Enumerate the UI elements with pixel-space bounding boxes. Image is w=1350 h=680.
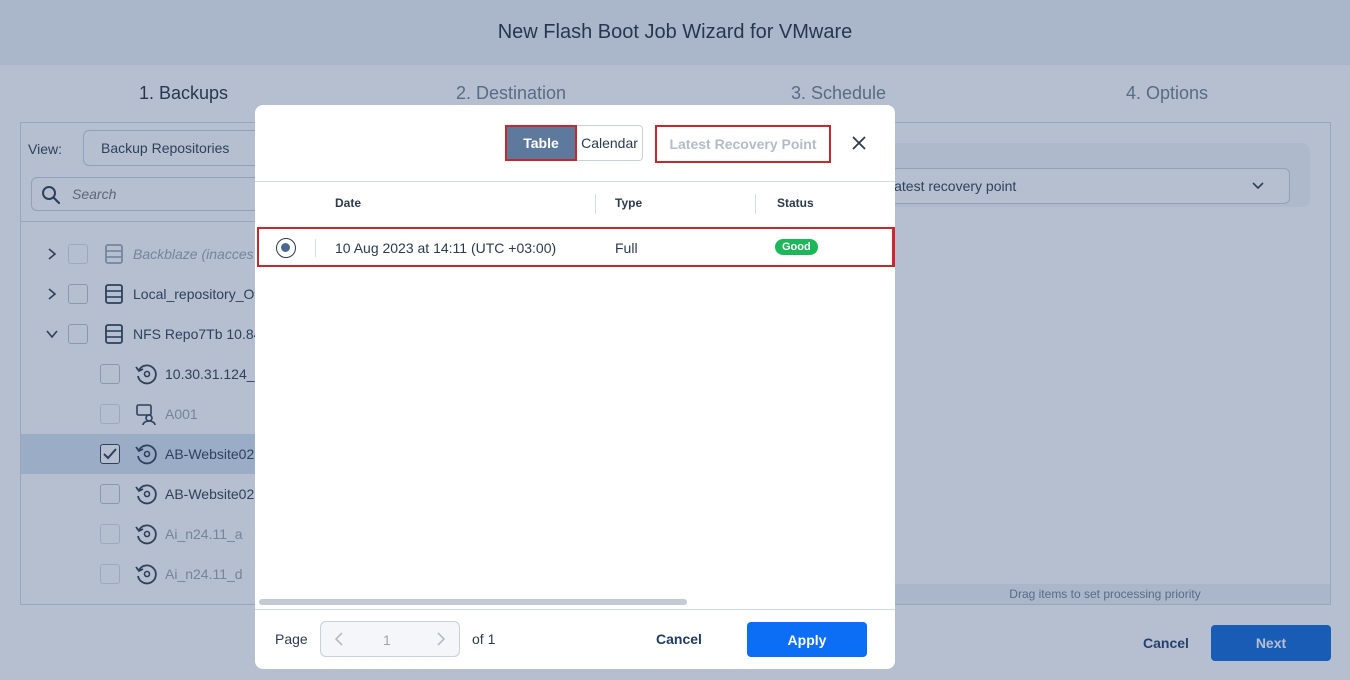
pager-control: 1 — [320, 621, 460, 657]
table-row[interactable]: 10 Aug 2023 at 14:11 (UTC +03:00) Full G… — [257, 227, 895, 267]
close-icon — [852, 136, 866, 150]
tab-table[interactable]: Table — [505, 125, 577, 161]
chevron-right-icon — [437, 632, 446, 646]
latest-recovery-point-button[interactable]: Latest Recovery Point — [655, 125, 831, 163]
tab-calendar[interactable]: Calendar — [577, 125, 643, 161]
column-separator — [595, 194, 596, 214]
view-mode-toggle: Table Calendar — [505, 125, 643, 161]
row-separator — [315, 239, 316, 257]
table-header: Date Type Status — [255, 182, 895, 226]
column-header-date[interactable]: Date — [335, 196, 361, 210]
horizontal-scrollbar[interactable] — [259, 599, 687, 605]
column-header-status[interactable]: Status — [777, 196, 814, 210]
close-dialog-button[interactable] — [849, 133, 869, 153]
chevron-left-icon — [334, 632, 343, 646]
recovery-point-dialog: Table Calendar Latest Recovery Point Dat… — [255, 105, 895, 669]
current-page[interactable]: 1 — [383, 632, 391, 648]
dialog-footer-divider — [255, 609, 895, 610]
row-radio-selected[interactable] — [276, 238, 296, 258]
row-date: 10 Aug 2023 at 14:11 (UTC +03:00) — [335, 240, 557, 256]
apply-button[interactable]: Apply — [747, 622, 867, 657]
pager-label: Page — [275, 631, 308, 647]
column-header-type[interactable]: Type — [615, 196, 642, 210]
next-page-button[interactable] — [433, 631, 449, 647]
dialog-cancel-button[interactable]: Cancel — [639, 622, 719, 656]
column-separator — [755, 194, 756, 214]
previous-page-button[interactable] — [331, 631, 347, 647]
status-badge: Good — [775, 239, 818, 255]
page-count: of 1 — [472, 631, 496, 647]
row-type: Full — [615, 240, 638, 256]
